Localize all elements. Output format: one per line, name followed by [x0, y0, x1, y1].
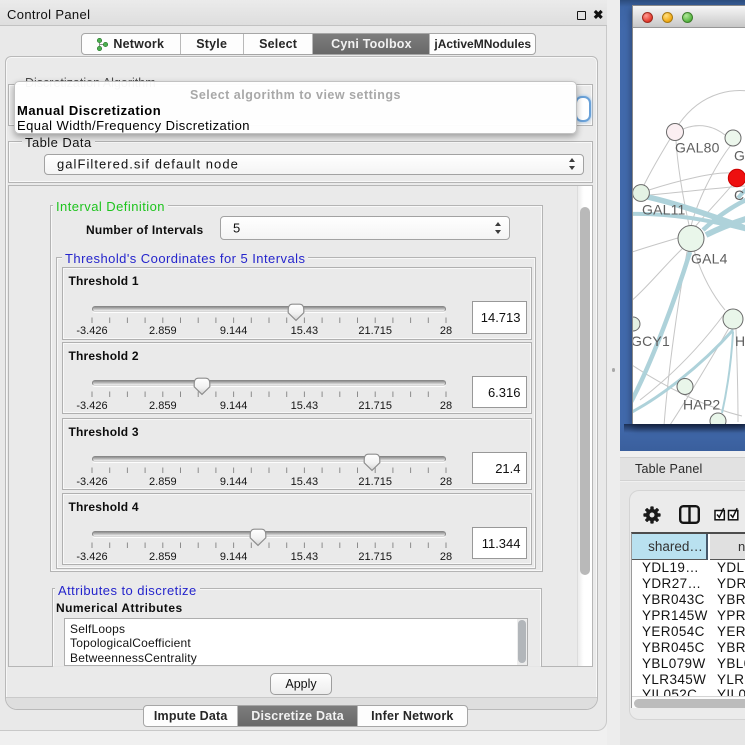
svg-text:G.: G.	[734, 148, 745, 164]
svg-text:HAP2: HAP2	[683, 397, 720, 413]
svg-text:C: C	[734, 187, 744, 203]
svg-text:GAL11: GAL11	[642, 202, 686, 218]
svg-text:GAL80: GAL80	[675, 140, 720, 156]
svg-text:GAL4: GAL4	[691, 251, 728, 267]
svg-text:GCY1: GCY1	[633, 333, 670, 349]
svg-text:H: H	[735, 333, 745, 349]
